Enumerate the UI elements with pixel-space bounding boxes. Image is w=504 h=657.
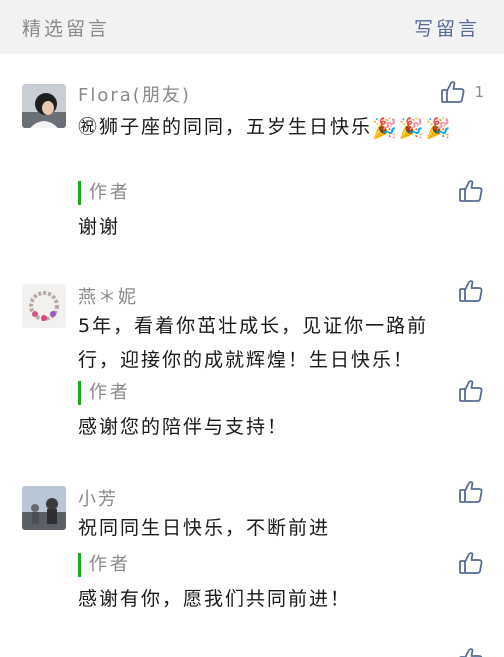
reply-like-button[interactable] — [458, 376, 484, 406]
comment-text: 祝同同生日快乐，不断前进 — [78, 517, 331, 539]
like-button[interactable] — [458, 276, 484, 306]
like-button[interactable] — [458, 477, 484, 507]
comment-text-content: ㊗狮子座的同同，五岁生日快乐 — [78, 116, 373, 138]
comment-text: 5年，看着你茁壮成长，见证你一路前行，迎接你的成就辉煌！生日快乐！ — [78, 315, 429, 371]
thumbs-up-icon — [458, 550, 484, 576]
author-reply-label: 作者 — [78, 553, 131, 577]
comment-nickname: Flora(朋友) — [78, 85, 191, 106]
author-reply-label: 作者 — [78, 181, 131, 205]
author-reply-text: 感谢您的陪伴与支持！ — [78, 416, 289, 438]
write-comment-button[interactable]: 写留言 — [414, 14, 480, 41]
thumbs-up-icon — [458, 278, 484, 304]
header-title: 精选留言 — [22, 18, 111, 40]
author-reply-label: 作者 — [78, 381, 131, 405]
party-popper-icon: 🎉 — [372, 116, 399, 140]
avatar[interactable] — [22, 84, 66, 128]
avatar[interactable] — [22, 651, 66, 657]
avatar[interactable] — [22, 486, 66, 530]
avatar[interactable] — [22, 284, 66, 328]
party-popper-icon: 🎉 — [398, 116, 426, 140]
author-reply-text: 谢谢 — [78, 216, 121, 238]
thumbs-up-icon — [458, 378, 484, 404]
comment-nickname: 燕＊妮 — [78, 287, 138, 308]
reply-like-button[interactable] — [458, 548, 484, 578]
author-reply-text: 感谢有你，愿我们共同前进！ — [78, 588, 352, 610]
like-button[interactable]: 1 — [440, 77, 484, 107]
party-popper-icon: 🎉 — [425, 116, 453, 140]
like-button[interactable] — [458, 646, 484, 657]
comments-header: 精选留言 写留言 — [0, 0, 504, 54]
thumbs-up-icon — [458, 646, 484, 657]
like-count: 1 — [474, 83, 484, 101]
comment-text: ㊗狮子座的同同，五岁生日快乐🎉🎉🎉 — [78, 110, 478, 144]
reply-like-button[interactable] — [458, 176, 484, 206]
thumbs-up-icon — [458, 479, 484, 505]
thumbs-up-icon — [440, 79, 466, 105]
comment-nickname: 小芳 — [78, 489, 118, 510]
thumbs-up-icon — [458, 178, 484, 204]
